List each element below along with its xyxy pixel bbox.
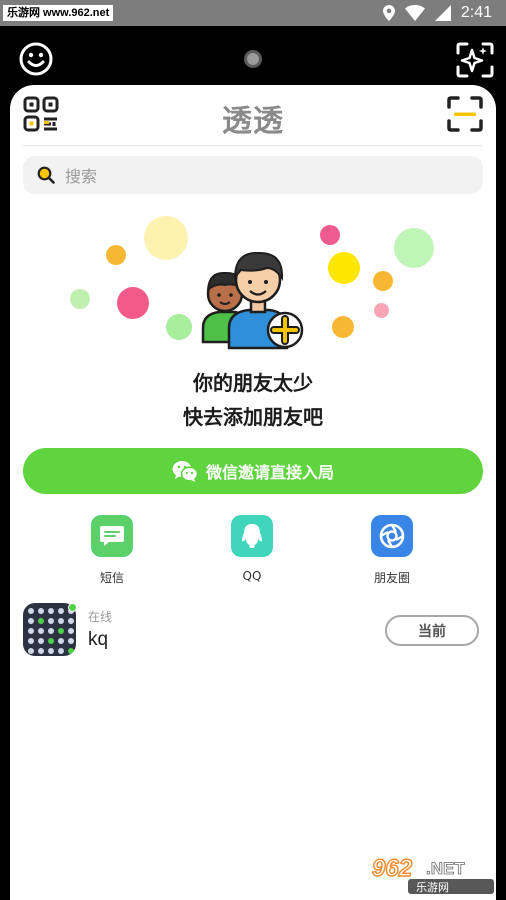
add-friends-illustration-icon [201,251,304,350]
search-input[interactable]: 搜索 [23,156,483,194]
search-icon [37,166,55,184]
status-watermark: 乐游网 www.962.net [3,5,114,21]
wechat-invite-label: 微信邀请直接入局 [205,463,334,482]
share-qq-label: QQ [242,569,262,583]
wifi-icon [404,5,425,21]
account-name: kq [88,629,109,650]
account-row[interactable]: 在线 kq 当前 [23,603,483,657]
svg-text:962: 962 [372,855,413,882]
empty-state-line1: 你的朋友太少 [193,371,313,395]
share-sms-label: 短信 [99,571,124,585]
share-moments-label: 朋友圈 [373,571,410,585]
camera-dot [244,50,262,68]
location-icon [382,5,395,21]
status-time: 2:41 [460,4,492,21]
online-indicator [68,603,77,612]
signal-icon [434,5,451,21]
message-icon [91,515,133,557]
qq-icon [231,515,273,557]
share-moments[interactable]: 朋友圈 [352,515,432,586]
site-watermark-logo: 962 .NET 乐游网 [368,852,498,896]
svg-text:.NET: .NET [426,859,465,878]
share-qq[interactable]: QQ [212,515,292,583]
search-placeholder: 搜索 [65,167,98,186]
avatar [23,603,76,656]
wechat-invite-button[interactable]: 微信邀请直接入局 [23,448,483,494]
wechat-icon [172,461,198,482]
sparkle-camera-icon[interactable] [455,41,495,79]
header-divider [23,145,483,146]
page-title: 透透 [222,104,284,139]
share-sms[interactable]: 短信 [72,515,152,586]
moments-icon [371,515,413,557]
scan-icon[interactable] [447,96,483,132]
empty-state-line2: 快去添加朋友吧 [183,405,323,429]
current-button[interactable]: 当前 [385,615,479,646]
svg-text:乐游网: 乐游网 [416,881,449,894]
status-icons: 2:41 [382,3,492,23]
status-bar: 乐游网 www.962.net 2:41 [0,0,506,26]
account-status: 在线 [88,610,113,624]
smile-icon[interactable] [19,42,53,76]
